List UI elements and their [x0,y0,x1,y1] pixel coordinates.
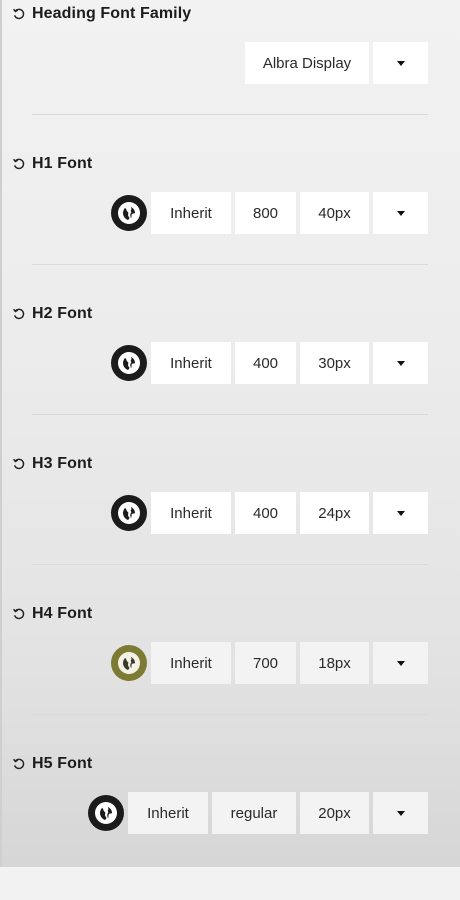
chevron-down-icon [396,810,405,816]
h5-font-family-select[interactable]: Inherit [128,792,208,834]
h2-font-dropdown-button[interactable] [373,342,428,384]
chevron-down-icon [396,510,405,516]
globe-button[interactable] [111,345,147,381]
h5-font-weight-select[interactable]: regular [212,792,296,834]
divider [32,564,428,565]
h3-font-label: H3 Font [32,455,93,472]
h3-font-controls: Inherit 400 24px [111,492,428,534]
globe-button[interactable] [111,645,147,681]
h1-font-family-select[interactable]: Inherit [151,192,231,234]
globe-button[interactable] [111,495,147,531]
divider [32,414,428,415]
h1-font-section: H1 Font Inherit 800 40px [0,150,460,300]
globe-icon [118,202,140,224]
divider [32,264,428,265]
globe-button[interactable] [88,795,124,831]
h4-font-label-row: H4 Font [12,604,92,624]
divider [32,114,428,115]
heading-font-family-controls: Albra Display [245,42,428,84]
h3-font-size-input[interactable]: 24px [300,492,369,534]
h3-font-dropdown-button[interactable] [373,492,428,534]
heading-font-family-dropdown-button[interactable] [373,42,428,84]
chevron-down-icon [396,360,405,366]
h1-font-controls: Inherit 800 40px [111,192,428,234]
h4-font-label: H4 Font [32,605,93,622]
reset-icon[interactable] [12,607,26,621]
h5-font-label-row: H5 Font [12,754,92,774]
globe-icon [118,502,140,524]
h2-font-section: H2 Font Inherit 400 30px [0,300,460,450]
h4-font-weight-select[interactable]: 700 [235,642,296,684]
h3-font-label-row: H3 Font [12,454,92,474]
heading-font-family-label-row: Heading Font Family [12,4,191,24]
reset-icon[interactable] [12,157,26,171]
chevron-down-icon [396,660,405,666]
h1-font-label: H1 Font [32,155,93,172]
divider [32,714,428,715]
h5-font-size-input[interactable]: 20px [300,792,369,834]
h5-font-label: H5 Font [32,755,93,772]
h1-font-size-input[interactable]: 40px [300,192,369,234]
h3-font-family-select[interactable]: Inherit [151,492,231,534]
h2-font-label: H2 Font [32,305,93,322]
reset-icon[interactable] [12,457,26,471]
globe-icon [95,802,117,824]
h1-font-label-row: H1 Font [12,154,92,174]
reset-icon[interactable] [12,7,26,21]
globe-icon [118,652,140,674]
chevron-down-icon [396,210,405,216]
h2-font-weight-select[interactable]: 400 [235,342,296,384]
reset-icon[interactable] [12,757,26,771]
heading-font-family-label: Heading Font Family [32,5,192,22]
h4-font-size-input[interactable]: 18px [300,642,369,684]
typography-settings-panel: Heading Font Family Albra Display H1 Fon… [0,0,460,867]
globe-icon [118,352,140,374]
heading-font-family-section: Heading Font Family Albra Display [0,0,460,150]
h5-font-controls: Inherit regular 20px [88,792,428,834]
h1-font-dropdown-button[interactable] [373,192,428,234]
h2-font-controls: Inherit 400 30px [111,342,428,384]
globe-button[interactable] [111,195,147,231]
h4-font-controls: Inherit 700 18px [111,642,428,684]
h5-font-section: H5 Font Inherit regular 20px [0,750,460,900]
h2-font-label-row: H2 Font [12,304,92,324]
h3-font-section: H3 Font Inherit 400 24px [0,450,460,600]
h4-font-dropdown-button[interactable] [373,642,428,684]
h5-font-dropdown-button[interactable] [373,792,428,834]
h4-font-section: H4 Font Inherit 700 18px [0,600,460,750]
heading-font-family-select[interactable]: Albra Display [245,42,369,84]
h2-font-size-input[interactable]: 30px [300,342,369,384]
h4-font-family-select[interactable]: Inherit [151,642,231,684]
reset-icon[interactable] [12,307,26,321]
h1-font-weight-select[interactable]: 800 [235,192,296,234]
h2-font-family-select[interactable]: Inherit [151,342,231,384]
chevron-down-icon [396,60,405,66]
h3-font-weight-select[interactable]: 400 [235,492,296,534]
